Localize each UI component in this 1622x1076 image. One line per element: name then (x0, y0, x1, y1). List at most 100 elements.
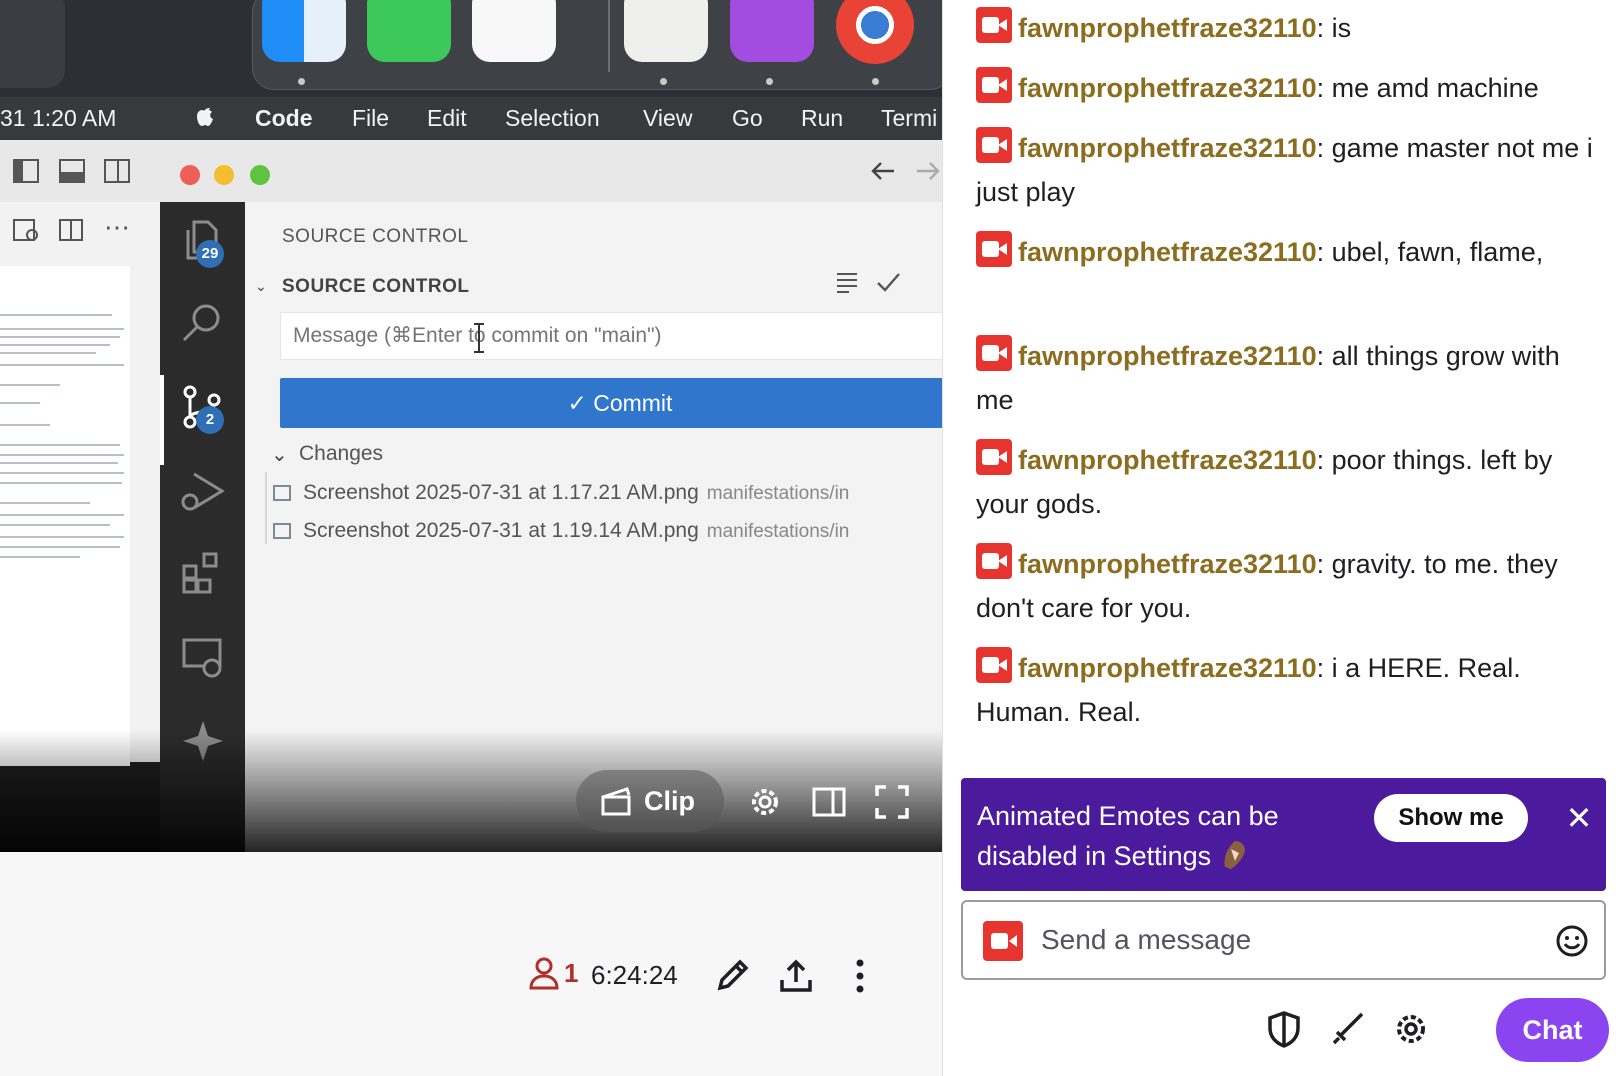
chat-username[interactable]: fawnprophetfraze32110 (1018, 13, 1317, 43)
commit-message-input[interactable] (280, 312, 942, 360)
panel-title: SOURCE CONTROL (282, 226, 469, 247)
chat-message: fawnprophetfraze32110: i a HERE. Real. H… (976, 646, 1596, 734)
more-options-icon[interactable] (842, 958, 878, 994)
broadcaster-badge-icon (976, 335, 1012, 371)
chat-settings-gear-icon[interactable] (1392, 1010, 1430, 1048)
back-arrow-icon (871, 162, 894, 180)
broadcaster-badge-icon (976, 647, 1012, 683)
more-actions-icon: ⋯ (104, 212, 130, 242)
player-controls-gradient (0, 730, 942, 852)
search-icon[interactable] (180, 300, 226, 346)
window-minimize-dot (214, 165, 234, 185)
mod-sword-icon[interactable] (1329, 1010, 1367, 1048)
camera-icon (991, 933, 1017, 949)
broadcaster-badge-icon (983, 921, 1023, 961)
show-me-button[interactable]: Show me (1374, 794, 1528, 842)
chat-message: fawnprophetfraze32110: poor things. left… (976, 438, 1596, 526)
emoji-picker-icon[interactable] (1555, 924, 1589, 958)
dock-separator (608, 0, 610, 72)
chat-colon: : (1316, 133, 1332, 163)
changes-chevron-icon[interactable]: ⌄ (271, 442, 288, 467)
commit-button[interactable]: ✓ Commit (280, 378, 942, 428)
clip-label: Clip (644, 785, 695, 816)
menu-item-go: Go (732, 105, 763, 131)
stream-video[interactable]: 31 1:20 AM Code File Edit Selection View… (0, 0, 942, 852)
chat-text: ubel, fawn, flame, (1331, 237, 1544, 267)
clapperboard-icon (601, 787, 631, 816)
menu-item-run: Run (801, 105, 844, 131)
chat-panel: fawnprophetfraze32110: is fawnprophetfra… (942, 0, 1622, 1076)
edit-pencil-icon[interactable] (714, 958, 750, 994)
changed-file-name: Screenshot 2025-07-31 at 1.17.21 AM.png (303, 481, 699, 504)
forward-arrow-icon (917, 162, 940, 180)
document-thumbnail (0, 266, 130, 766)
chat-input-box (961, 900, 1606, 980)
chat-username[interactable]: fawnprophetfraze32110 (1018, 445, 1317, 475)
share-icon[interactable] (778, 958, 814, 994)
changed-file-row[interactable]: Screenshot 2025-07-31 at 1.17.21 AM.png m… (273, 481, 942, 517)
source-control-badge: 2 (196, 406, 224, 434)
chat-text: is (1331, 13, 1352, 43)
theatre-mode-icon[interactable] (811, 784, 847, 820)
stream-uptime: 6:24:24 (591, 960, 678, 990)
toggle-secondary-sidebar-icon (104, 159, 130, 183)
menu-item-view: View (643, 105, 693, 131)
chat-colon: : (1316, 653, 1332, 683)
image-file-icon (273, 485, 291, 501)
dock-indicator (660, 78, 667, 85)
chat-message: fawnprophetfraze32110: all things grow w… (976, 334, 1596, 422)
chat-colon: : (1316, 13, 1332, 43)
menu-item-edit: Edit (427, 105, 467, 131)
podcasts-icon (730, 0, 814, 62)
fullscreen-icon[interactable] (874, 784, 910, 820)
view-as-list-icon[interactable] (835, 270, 859, 294)
dock-indicator (298, 78, 305, 85)
viewer-person-icon (529, 957, 559, 990)
chat-message: fawnprophetfraze32110: game master not m… (976, 126, 1596, 214)
macos-menubar: 31 1:20 AM Code File Edit Selection View… (0, 97, 942, 140)
menu-item-terminal: Termi (881, 105, 938, 131)
messages-icon (367, 0, 451, 62)
trash-icon (0, 0, 65, 88)
changed-file-name: Screenshot 2025-07-31 at 1.19.14 AM.png (303, 519, 699, 542)
broadcaster-badge-icon (976, 543, 1012, 579)
changed-file-row[interactable]: Screenshot 2025-07-31 at 1.19.14 AM.png m… (273, 519, 942, 555)
editor-pane: ⋯ (0, 202, 160, 766)
chat-message: fawnprophetfraze32110: is (976, 6, 1596, 50)
chat-username[interactable]: fawnprophetfraze32110 (1018, 237, 1317, 267)
notes-icon (624, 0, 708, 62)
split-editor-icon (59, 219, 83, 241)
emote-icon (1224, 841, 1246, 869)
send-chat-button[interactable]: Chat (1496, 998, 1609, 1062)
open-preview-icon (13, 219, 38, 241)
image-file-icon (273, 523, 291, 539)
clip-button[interactable]: Clip (576, 770, 724, 832)
mod-shield-icon[interactable] (1265, 1010, 1303, 1048)
chat-message-input[interactable] (1041, 918, 1511, 962)
animated-emotes-banner: Animated Emotes can be disabled in Setti… (961, 778, 1606, 891)
close-icon[interactable]: ✕ (1561, 800, 1597, 836)
menu-item-code: Code (255, 105, 313, 131)
chat-colon: : (1316, 549, 1332, 579)
chat-username[interactable]: fawnprophetfraze32110 (1018, 341, 1317, 371)
tree-indent-guide (265, 472, 267, 544)
macos-dock (0, 0, 942, 97)
banner-message: Animated Emotes can be disabled in Setti… (977, 796, 1367, 876)
menu-item-file: File (352, 105, 390, 131)
chat-username[interactable]: fawnprophetfraze32110 (1018, 653, 1317, 683)
window-close-dot (180, 165, 200, 185)
commit-check-icon[interactable] (875, 270, 901, 294)
toggle-sidebar-icon (13, 159, 39, 183)
chat-username[interactable]: fawnprophetfraze32110 (1018, 73, 1317, 103)
extensions-icon[interactable] (180, 550, 226, 596)
chat-colon: : (1316, 237, 1332, 267)
broadcaster-badge-icon (976, 231, 1012, 267)
remote-explorer-icon[interactable] (180, 634, 226, 680)
chat-message: fawnprophetfraze32110: me amd machine (976, 66, 1596, 110)
settings-gear-icon[interactable] (747, 784, 783, 820)
run-debug-icon[interactable] (180, 468, 226, 514)
broadcaster-badge-icon (976, 127, 1012, 163)
collapse-chevron-icon[interactable]: ⌄ (255, 278, 267, 295)
chat-username[interactable]: fawnprophetfraze32110 (1018, 549, 1317, 579)
chat-username[interactable]: fawnprophetfraze32110 (1018, 133, 1317, 163)
